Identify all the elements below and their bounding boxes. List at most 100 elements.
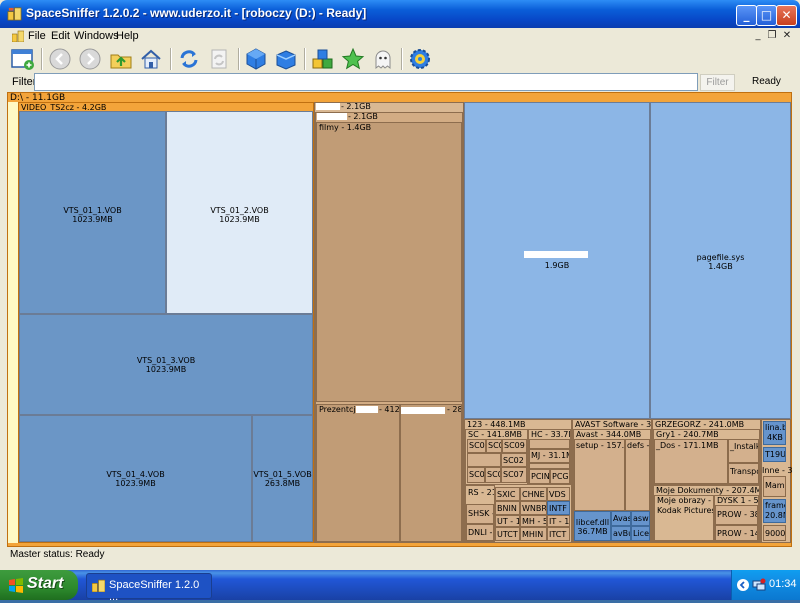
filter-input[interactable] — [34, 73, 698, 91]
scan-progress-rail — [8, 102, 18, 543]
treemap-cell[interactable]: INTF — [547, 501, 570, 515]
treemap-file-vob5[interactable]: VTS_01_5.VOB 263.8MB — [252, 415, 313, 542]
blue-cube-open-icon[interactable] — [273, 46, 299, 72]
blue-cube-icon[interactable] — [243, 46, 269, 72]
treemap-folder-prez-right[interactable]: - 28 — [400, 404, 462, 542]
treemap-folder-setup[interactable]: setup - 157.7M — [574, 439, 625, 511]
treemap-file-vob1[interactable]: VTS_01_1.VOB 1023.9MB — [19, 111, 166, 314]
status-text: Master status: Ready — [10, 549, 105, 560]
new-view-icon[interactable] — [9, 46, 35, 72]
treemap-cell[interactable]: UT - 11 — [495, 515, 520, 527]
file-size: 1023.9MB — [145, 365, 187, 374]
menu-help[interactable]: Help — [116, 30, 139, 42]
treemap-cell[interactable]: SC0 — [467, 467, 485, 483]
tray-network-icon[interactable] — [752, 578, 766, 592]
treemap-file-lina[interactable]: lina.br 4KB — [763, 421, 786, 445]
system-tray: 01:34 — [731, 570, 800, 600]
treemap-cell[interactable]: IT - 1. — [547, 515, 570, 527]
treemap-cell[interactable]: DNLI - — [466, 524, 494, 541]
close-button[interactable]: ✕ — [776, 5, 797, 26]
treemap-folder-defs[interactable]: defs - 8 — [625, 439, 650, 511]
tray-back-icon[interactable] — [736, 578, 750, 592]
treemap-cell[interactable]: PCG — [550, 469, 570, 484]
file-label: pagefile.sys — [696, 253, 745, 262]
forward-icon[interactable] — [77, 46, 103, 72]
treemap-cell[interactable]: PCIN — [529, 469, 550, 484]
home-icon[interactable] — [138, 46, 164, 72]
treemap-cell[interactable]: Licen — [631, 526, 650, 541]
treemap-cell[interactable]: MHIN — [520, 527, 547, 541]
folder-label: filmy - 1.4GB — [319, 123, 372, 132]
menu-file[interactable]: File — [28, 30, 46, 42]
treemap-file-framew[interactable]: framew 20.8ME — [763, 499, 786, 523]
treemap-folder-mamb[interactable]: Mamb — [763, 476, 786, 497]
treemap-folder-transpo[interactable]: Transpo — [728, 463, 759, 484]
back-icon[interactable] — [47, 46, 73, 72]
title-bar[interactable]: SpaceSniffer 1.2.0.2 - www.uderzo.it - [… — [0, 0, 800, 28]
spacesniffer-app-icon — [7, 7, 22, 21]
file-label: VTS_01_3.VOB — [136, 356, 196, 365]
folder-up-icon[interactable] — [108, 46, 134, 72]
treemap-cell[interactable] — [529, 439, 570, 449]
treemap-cell[interactable]: BNIN — [495, 501, 520, 515]
status-bar: Master status: Ready — [0, 548, 800, 562]
toolbar — [0, 45, 800, 73]
refresh-disabled-icon[interactable] — [206, 46, 232, 72]
menu-windows[interactable]: Windows — [74, 30, 119, 42]
treemap-cell[interactable]: Avas — [611, 511, 631, 526]
treemap-cell[interactable]: UTCT — [495, 527, 520, 541]
folder-size: - 2.1GB — [341, 102, 371, 111]
start-button[interactable]: Start — [0, 570, 78, 600]
treemap-cell[interactable]: 90000 — [763, 525, 786, 541]
treemap-folder-filmy[interactable]: filmy - 1.4GB — [316, 122, 462, 402]
treemap-folder-moje-obrazy[interactable]: Moje obrazy - 121 Kodak Pictures - — [654, 495, 714, 541]
folder-label: RS - 21. — [468, 488, 494, 497]
ghost-icon[interactable] — [370, 46, 396, 72]
treemap-file-vob4[interactable]: VTS_01_4.VOB 1023.9MB — [19, 415, 252, 542]
menu-edit[interactable]: Edit — [51, 30, 70, 42]
treemap-cell[interactable]: SXIC — [495, 487, 520, 501]
treemap-cell[interactable]: SHSK - — [466, 504, 494, 524]
treemap-cell[interactable]: WNBR — [520, 501, 547, 515]
treemap-folder-prezentacje[interactable]: Prezentcje — [316, 404, 400, 542]
treemap-folder-mj[interactable]: MJ - 31.1M — [529, 449, 570, 463]
toolbar-separator — [401, 48, 403, 70]
app-menu-icon[interactable] — [12, 30, 24, 42]
mdi-minimize-icon[interactable]: _ — [752, 30, 764, 42]
treemap-file-vob2[interactable]: VTS_01_2.VOB 1023.9MB — [166, 111, 313, 314]
toolbar-separator — [41, 48, 43, 70]
treemap-file-libcef[interactable]: libcef.dll 36.7MB — [574, 511, 611, 541]
mdi-restore-icon[interactable]: ❐ — [766, 30, 778, 42]
treemap-cell[interactable]: SC0 — [486, 439, 502, 453]
maximize-button[interactable]: □ — [756, 5, 777, 26]
treemap-cell[interactable]: MH - 5 — [520, 515, 547, 527]
treemap-cell[interactable]: CHNE — [520, 487, 547, 501]
treemap-folder-prow38[interactable]: PROW - 38 — [715, 505, 758, 525]
taskbar-app-button[interactable]: SpaceSniffer 1.2.0 ... — [86, 573, 212, 603]
treemap-cell[interactable]: SC0 — [485, 467, 501, 483]
treemap-cell[interactable]: VDS — [547, 487, 570, 501]
settings-gear-icon[interactable] — [407, 46, 433, 72]
treemap-folder-prow14[interactable]: PROW - 14 — [715, 525, 758, 541]
multi-cube-icon[interactable] — [310, 46, 336, 72]
treemap-file-pagefile[interactable]: pagefile.sys 1.4GB — [650, 102, 791, 419]
minimize-button[interactable]: _ — [736, 5, 757, 26]
star-icon[interactable] — [340, 46, 366, 72]
treemap-cell[interactable]: SC09 - — [502, 439, 527, 453]
file-label: VTS_01_4.VOB — [106, 470, 165, 479]
treemap-cell[interactable]: aswC — [631, 511, 650, 526]
filter-button[interactable]: Filter — [700, 74, 735, 91]
refresh-icon[interactable] — [176, 46, 202, 72]
treemap-cell[interactable] — [467, 453, 501, 467]
treemap-cell[interactable]: ITCT — [547, 527, 570, 541]
treemap-cell[interactable]: SC02 - — [501, 453, 527, 467]
treemap-file-big[interactable]: 1.9GB — [464, 102, 650, 419]
treemap-cell[interactable]: SC07 - — [501, 467, 527, 483]
mdi-close-icon[interactable]: ✕ — [781, 30, 793, 42]
treemap-cell[interactable]: avBu — [611, 526, 631, 541]
treemap-folder-dos[interactable]: _Dos - 171.1MB — [654, 439, 728, 484]
treemap-file-vob3[interactable]: VTS_01_3.VOB 1023.9MB — [19, 314, 313, 415]
treemap-folder-instalki[interactable]: _Instalki — [728, 439, 759, 463]
treemap-file-t19[interactable]: T19Ut — [763, 447, 786, 462]
treemap-cell[interactable]: SC01 — [467, 439, 486, 453]
